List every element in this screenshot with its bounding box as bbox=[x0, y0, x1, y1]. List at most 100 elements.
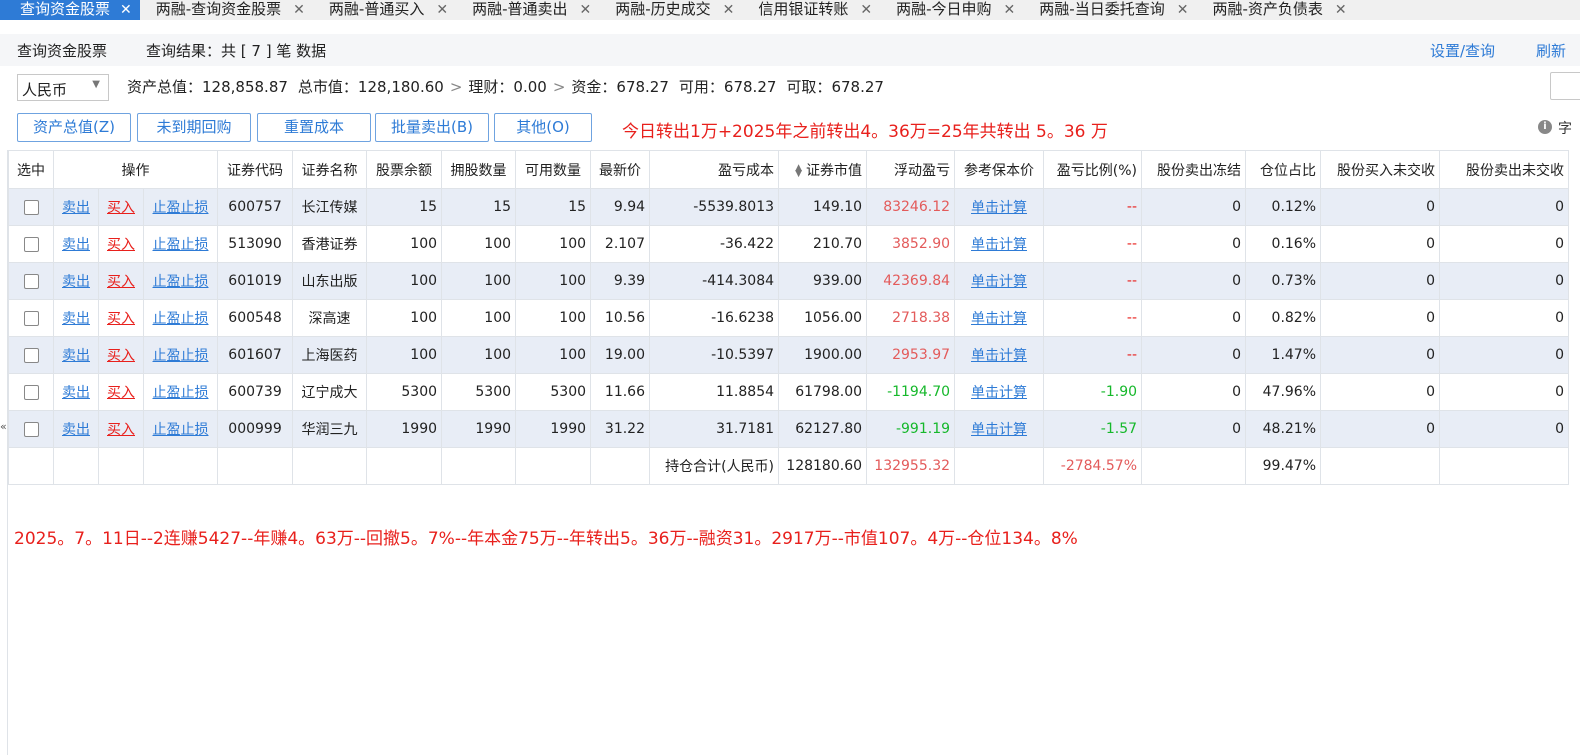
right-input-box[interactable] bbox=[1550, 72, 1580, 100]
calc-link[interactable]: 单击计算 bbox=[971, 200, 1027, 216]
buy-link[interactable]: 买入 bbox=[107, 237, 135, 253]
ops-cell: 买入 bbox=[98, 410, 144, 448]
tab-margin-normal-buy[interactable]: 两融-普通买入 ✕ bbox=[313, 0, 456, 20]
tab-margin-today-subscription[interactable]: 两融-今日申购 ✕ bbox=[880, 0, 1023, 20]
close-icon[interactable]: ✕ bbox=[120, 2, 132, 18]
cell-holding: 100 bbox=[441, 225, 517, 263]
col-header-buy-unsettled[interactable]: 股份买入未交收 bbox=[1320, 150, 1441, 189]
currency-select[interactable]: 人民币 ▼ bbox=[17, 74, 109, 101]
col-header-market-value[interactable]: ▲ ▼ 证券市值 bbox=[778, 150, 868, 189]
col-header-balance[interactable]: 股票余额 bbox=[366, 150, 443, 189]
table-total-row: 持仓合计(人民币) 128180.60 132955.32 -2784.57% … bbox=[8, 447, 1570, 485]
col-header-available[interactable]: 可用数量 bbox=[515, 150, 592, 189]
calc-link[interactable]: 单击计算 bbox=[971, 311, 1027, 327]
tab-margin-normal-sell[interactable]: 两融-普通卖出 ✕ bbox=[456, 0, 599, 20]
tab-query-funds-stocks[interactable]: 查询资金股票 ✕ bbox=[0, 0, 140, 20]
result-count: 查询结果：共 [ 7 ] 笔 数据 bbox=[146, 42, 327, 60]
buy-link[interactable]: 买入 bbox=[107, 348, 135, 364]
tab-margin-balance-sheet[interactable]: 两融-资产负债表 ✕ bbox=[1196, 0, 1354, 20]
col-header-name[interactable]: 证券名称 bbox=[292, 150, 368, 189]
sell-link[interactable]: 卖出 bbox=[62, 274, 90, 290]
buy-link[interactable]: 买入 bbox=[107, 422, 135, 438]
tab-margin-history-trades[interactable]: 两融-历史成交 ✕ bbox=[599, 0, 742, 20]
tab-margin-today-orders[interactable]: 两融-当日委托查询 ✕ bbox=[1023, 0, 1196, 20]
col-header-breakeven[interactable]: 参考保本价 bbox=[954, 150, 1045, 189]
calc-link[interactable]: 单击计算 bbox=[971, 237, 1027, 253]
info-icon[interactable]: i bbox=[1538, 120, 1552, 134]
buy-link[interactable]: 买入 bbox=[107, 311, 135, 327]
sell-link[interactable]: 卖出 bbox=[62, 348, 90, 364]
row-checkbox-cell bbox=[8, 373, 54, 411]
close-icon[interactable]: ✕ bbox=[1004, 2, 1016, 18]
row-checkbox[interactable] bbox=[23, 310, 39, 326]
reset-cost-button[interactable]: 重置成本 bbox=[257, 113, 371, 142]
table-row[interactable]: 卖出 买入 止盈止损 513090 香港证券 100 100 100 2.107… bbox=[8, 225, 1570, 263]
col-header-code[interactable]: 证券代码 bbox=[217, 150, 294, 189]
stop-loss-link[interactable]: 止盈止损 bbox=[153, 311, 209, 327]
close-icon[interactable]: ✕ bbox=[436, 2, 448, 18]
close-icon[interactable]: ✕ bbox=[293, 2, 305, 18]
row-checkbox[interactable] bbox=[23, 236, 39, 252]
table-row[interactable]: 卖出 买入 止盈止损 601607 上海医药 100 100 100 19.00… bbox=[8, 336, 1570, 374]
close-icon[interactable]: ✕ bbox=[579, 2, 591, 18]
col-header-position[interactable]: 仓位占比 bbox=[1245, 150, 1322, 189]
ops-cell: 卖出 bbox=[53, 299, 99, 337]
close-icon[interactable]: ✕ bbox=[723, 2, 735, 18]
stop-loss-link[interactable]: 止盈止损 bbox=[153, 348, 209, 364]
sell-link[interactable]: 卖出 bbox=[62, 422, 90, 438]
table-row[interactable]: 卖出 买入 止盈止损 600548 深高速 100 100 100 10.56 … bbox=[8, 299, 1570, 337]
batch-sell-button[interactable]: 批量卖出(B) bbox=[375, 113, 489, 142]
table-row[interactable]: 卖出 买入 止盈止损 600739 辽宁成大 5300 5300 5300 11… bbox=[8, 373, 1570, 411]
table-row[interactable]: 卖出 买入 止盈止损 000999 华润三九 1990 1990 1990 31… bbox=[8, 410, 1570, 448]
row-checkbox[interactable] bbox=[23, 199, 39, 215]
stop-loss-link[interactable]: 止盈止损 bbox=[153, 200, 209, 216]
left-edge-divider bbox=[0, 150, 8, 755]
other-button[interactable]: 其他(O) bbox=[494, 113, 592, 142]
stop-loss-link[interactable]: 止盈止损 bbox=[153, 274, 209, 290]
buy-link[interactable]: 买入 bbox=[107, 385, 135, 401]
cell-sell-unsettled: 0 bbox=[1439, 188, 1570, 226]
close-icon[interactable]: ✕ bbox=[860, 2, 872, 18]
chevron-down-icon: ▼ bbox=[92, 79, 100, 90]
sell-link[interactable]: 卖出 bbox=[62, 311, 90, 327]
total-assets-button[interactable]: 资产总值(Z) bbox=[17, 113, 131, 142]
stop-loss-link[interactable]: 止盈止损 bbox=[153, 237, 209, 253]
col-header-price[interactable]: 最新价 bbox=[590, 150, 651, 189]
buy-link[interactable]: 买入 bbox=[107, 274, 135, 290]
sell-link[interactable]: 卖出 bbox=[62, 385, 90, 401]
col-header-holding[interactable]: 拥股数量 bbox=[441, 150, 517, 189]
row-checkbox[interactable] bbox=[23, 347, 39, 363]
row-checkbox[interactable] bbox=[23, 273, 39, 289]
calc-link[interactable]: 单击计算 bbox=[971, 348, 1027, 364]
buy-link[interactable]: 买入 bbox=[107, 200, 135, 216]
stop-loss-link[interactable]: 止盈止损 bbox=[153, 422, 209, 438]
repo-button[interactable]: 未到期回购 bbox=[137, 113, 251, 142]
settings-query-link[interactable]: 设置/查询 bbox=[1430, 40, 1495, 61]
col-header-pl-ratio[interactable]: 盈亏比例(%) bbox=[1043, 150, 1143, 189]
col-header-ops[interactable]: 操作 bbox=[52, 150, 219, 189]
stop-loss-link[interactable]: 止盈止损 bbox=[153, 385, 209, 401]
col-header-select[interactable]: 选中 bbox=[8, 150, 54, 189]
chevron-right-icon[interactable]: > bbox=[553, 78, 566, 96]
col-header-cost[interactable]: 盈亏成本 bbox=[649, 150, 780, 189]
row-checkbox[interactable] bbox=[23, 421, 39, 437]
calc-link[interactable]: 单击计算 bbox=[971, 385, 1027, 401]
col-header-frozen[interactable]: 股份卖出冻结 bbox=[1141, 150, 1247, 189]
chevron-right-icon[interactable]: > bbox=[450, 78, 463, 96]
sort-icon[interactable]: ▲ ▼ bbox=[794, 163, 802, 178]
collapse-left-icon[interactable]: « bbox=[0, 420, 7, 433]
refresh-link[interactable]: 刷新 bbox=[1536, 40, 1566, 61]
close-icon[interactable]: ✕ bbox=[1335, 2, 1347, 18]
calc-link[interactable]: 单击计算 bbox=[971, 422, 1027, 438]
tab-credit-bank-transfer[interactable]: 信用银证转账 ✕ bbox=[742, 0, 880, 20]
calc-link[interactable]: 单击计算 bbox=[971, 274, 1027, 290]
col-header-float-pl[interactable]: 浮动盈亏 bbox=[866, 150, 956, 189]
sell-link[interactable]: 卖出 bbox=[62, 200, 90, 216]
row-checkbox[interactable] bbox=[23, 384, 39, 400]
table-row[interactable]: 卖出 买入 止盈止损 601019 山东出版 100 100 100 9.39 … bbox=[8, 262, 1570, 300]
close-icon[interactable]: ✕ bbox=[1177, 2, 1189, 18]
col-header-sell-unsettled[interactable]: 股份卖出未交收 bbox=[1439, 150, 1570, 189]
table-row[interactable]: 卖出 买入 止盈止损 600757 长江传媒 15 15 15 9.94 -55… bbox=[8, 188, 1570, 226]
tab-margin-query-funds-stocks[interactable]: 两融-查询资金股票 ✕ bbox=[140, 0, 313, 20]
sell-link[interactable]: 卖出 bbox=[62, 237, 90, 253]
